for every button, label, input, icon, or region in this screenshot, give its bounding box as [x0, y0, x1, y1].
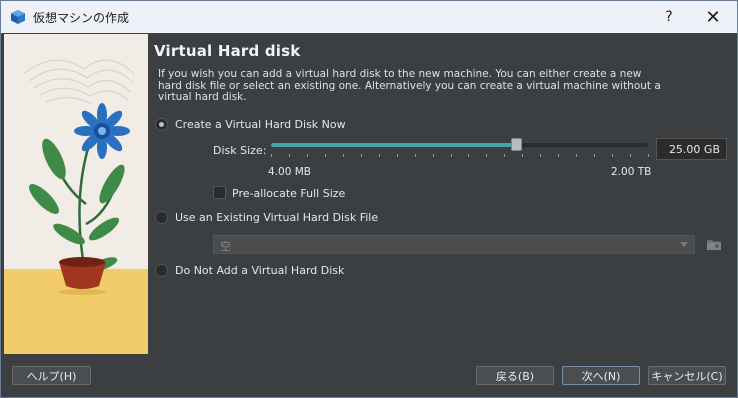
- slider-tick: [396, 154, 398, 157]
- page-description: If you wish you can add a virtual hard d…: [158, 68, 661, 103]
- slider-tick: [450, 154, 452, 157]
- wizard-content: Virtual Hard disk If you wish you can ad…: [149, 34, 737, 354]
- disk-size-input[interactable]: 25.00 GB: [656, 138, 727, 160]
- radio-no-disk-label: Do Not Add a Virtual Hard Disk: [175, 264, 345, 277]
- radio-use-existing-disk[interactable]: Use an Existing Virtual Hard Disk File: [155, 211, 378, 224]
- slider-tick: [432, 154, 434, 157]
- radio-indicator[interactable]: [155, 118, 168, 131]
- slider-tick: [648, 154, 649, 157]
- disk-size-label: Disk Size:: [213, 144, 267, 157]
- slider-fill: [271, 143, 517, 147]
- help-button[interactable]: ヘルプ(H): [12, 366, 91, 385]
- slider-ticks: [271, 154, 649, 158]
- preallocate-checkbox[interactable]: [213, 186, 226, 199]
- slider-tick: [612, 154, 614, 157]
- slider-tick: [576, 154, 578, 157]
- folder-icon[interactable]: [706, 237, 722, 251]
- slider-min-label: 4.00 MB: [268, 166, 311, 178]
- chevron-down-icon: [680, 242, 688, 247]
- disk-size-slider[interactable]: [271, 138, 648, 151]
- slider-handle[interactable]: [511, 138, 523, 151]
- cancel-button[interactable]: キャンセル(C): [648, 366, 726, 385]
- slider-tick: [342, 154, 344, 157]
- existing-disk-combo-value: 空: [220, 240, 231, 253]
- slider-tick: [594, 154, 596, 157]
- slider-tick: [271, 154, 272, 157]
- close-icon[interactable]: ✕: [691, 1, 735, 33]
- radio-indicator[interactable]: [155, 264, 168, 277]
- slider-tick: [522, 154, 524, 157]
- slider-tick: [558, 154, 560, 157]
- plant-illustration: [4, 34, 148, 354]
- slider-tick: [504, 154, 506, 157]
- radio-indicator[interactable]: [155, 211, 168, 224]
- virtualbox-icon: [11, 10, 25, 24]
- slider-tick: [630, 154, 632, 157]
- slider-tick: [360, 154, 362, 157]
- slider-tick: [414, 154, 416, 157]
- help-icon[interactable]: ?: [647, 1, 691, 33]
- slider-tick: [324, 154, 326, 157]
- existing-disk-combo[interactable]: 空: [213, 235, 695, 254]
- slider-tick: [468, 154, 470, 157]
- slider-tick: [288, 154, 290, 157]
- page-title: Virtual Hard disk: [154, 42, 301, 60]
- slider-tick: [486, 154, 488, 157]
- slider-max-label: 2.00 TB: [611, 166, 652, 178]
- button-bar: ヘルプ(H) 戻る(B) 次へ(N) キャンセル(C): [1, 354, 737, 397]
- slider-tick: [540, 154, 542, 157]
- back-button[interactable]: 戻る(B): [476, 366, 554, 385]
- radio-create-new-disk[interactable]: Create a Virtual Hard Disk Now: [155, 118, 346, 131]
- radio-no-disk[interactable]: Do Not Add a Virtual Hard Disk: [155, 264, 344, 277]
- window-title: 仮想マシンの作成: [33, 11, 130, 25]
- preallocate-label: Pre-allocate Full Size: [232, 187, 346, 200]
- radio-use-existing-disk-label: Use an Existing Virtual Hard Disk File: [175, 211, 379, 224]
- dialog-window: 仮想マシンの作成 ? ✕ Virtual Hard disk If you wi…: [0, 0, 738, 398]
- radio-create-new-disk-label: Create a Virtual Hard Disk Now: [175, 118, 346, 131]
- slider-tick: [378, 154, 380, 157]
- slider-tick: [306, 154, 308, 157]
- title-bar: 仮想マシンの作成 ? ✕: [1, 1, 737, 33]
- next-button[interactable]: 次へ(N): [562, 366, 640, 385]
